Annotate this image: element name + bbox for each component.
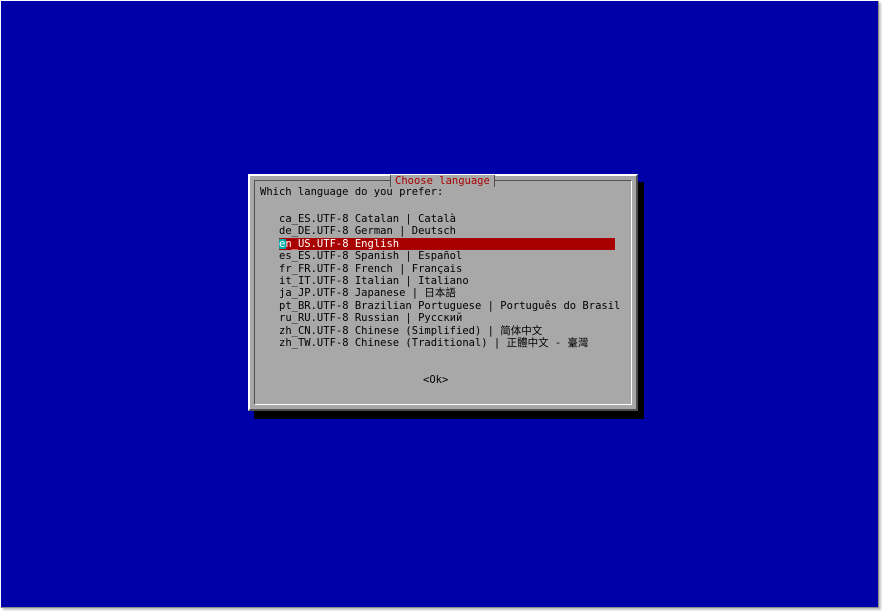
language-option-label: ja_JP.UTF-8 Japanese | 日本語	[279, 287, 456, 300]
language-option-label: fr_FR.UTF-8 French | Français	[279, 262, 463, 275]
ok-button[interactable]: <Ok>	[423, 374, 448, 386]
language-option[interactable]: ca_ES.UTF-8 Catalan | Català	[279, 213, 615, 225]
language-option[interactable]: es_ES.UTF-8 Spanish | Español	[279, 250, 615, 262]
language-option-label: pt_BR.UTF-8 Brazilian Portuguese | Portu…	[279, 299, 621, 312]
language-option[interactable]: fr_FR.UTF-8 French | Français	[279, 263, 615, 275]
language-option-label: zh_CN.UTF-8 Chinese (Simplified) | 简体中文	[279, 324, 543, 337]
choose-language-dialog: Choose language Which language do you pr…	[248, 174, 638, 411]
language-option[interactable]: ru_RU.UTF-8 Russian | Русский	[279, 312, 615, 324]
language-option[interactable]: ja_JP.UTF-8 Japanese | 日本語	[279, 287, 615, 299]
language-option-label: es_ES.UTF-8 Spanish | Español	[279, 250, 463, 263]
language-option-label: zh_TW.UTF-8 Chinese (Traditional) | 正體中文…	[279, 336, 589, 349]
language-option[interactable]: zh_TW.UTF-8 Chinese (Traditional) | 正體中文…	[279, 337, 615, 349]
dialog-prompt: Which language do you prefer:	[260, 186, 444, 198]
language-option-label: ru_RU.UTF-8 Russian | Русский	[279, 312, 463, 325]
language-option-label: it_IT.UTF-8 Italian | Italiano	[279, 274, 469, 287]
language-option[interactable]: zh_CN.UTF-8 Chinese (Simplified) | 简体中文	[279, 325, 615, 337]
language-option-selected[interactable]: en_US.UTF-8 English	[279, 237, 615, 251]
language-option[interactable]: pt_BR.UTF-8 Brazilian Portuguese | Portu…	[279, 300, 620, 312]
language-option[interactable]: de_DE.UTF-8 German | Deutsch	[279, 225, 615, 237]
language-option-label: de_DE.UTF-8 German | Deutsch	[279, 225, 457, 238]
language-list[interactable]: ca_ES.UTF-8 Catalan | Català de_DE.UTF-8…	[279, 213, 620, 349]
language-option-label: en_US.UTF-8 English	[279, 237, 400, 250]
console-screen: Choose language Which language do you pr…	[1, 1, 879, 608]
language-option[interactable]: it_IT.UTF-8 Italian | Italiano	[279, 275, 615, 287]
language-option-label: ca_ES.UTF-8 Catalan | Català	[279, 213, 457, 225]
